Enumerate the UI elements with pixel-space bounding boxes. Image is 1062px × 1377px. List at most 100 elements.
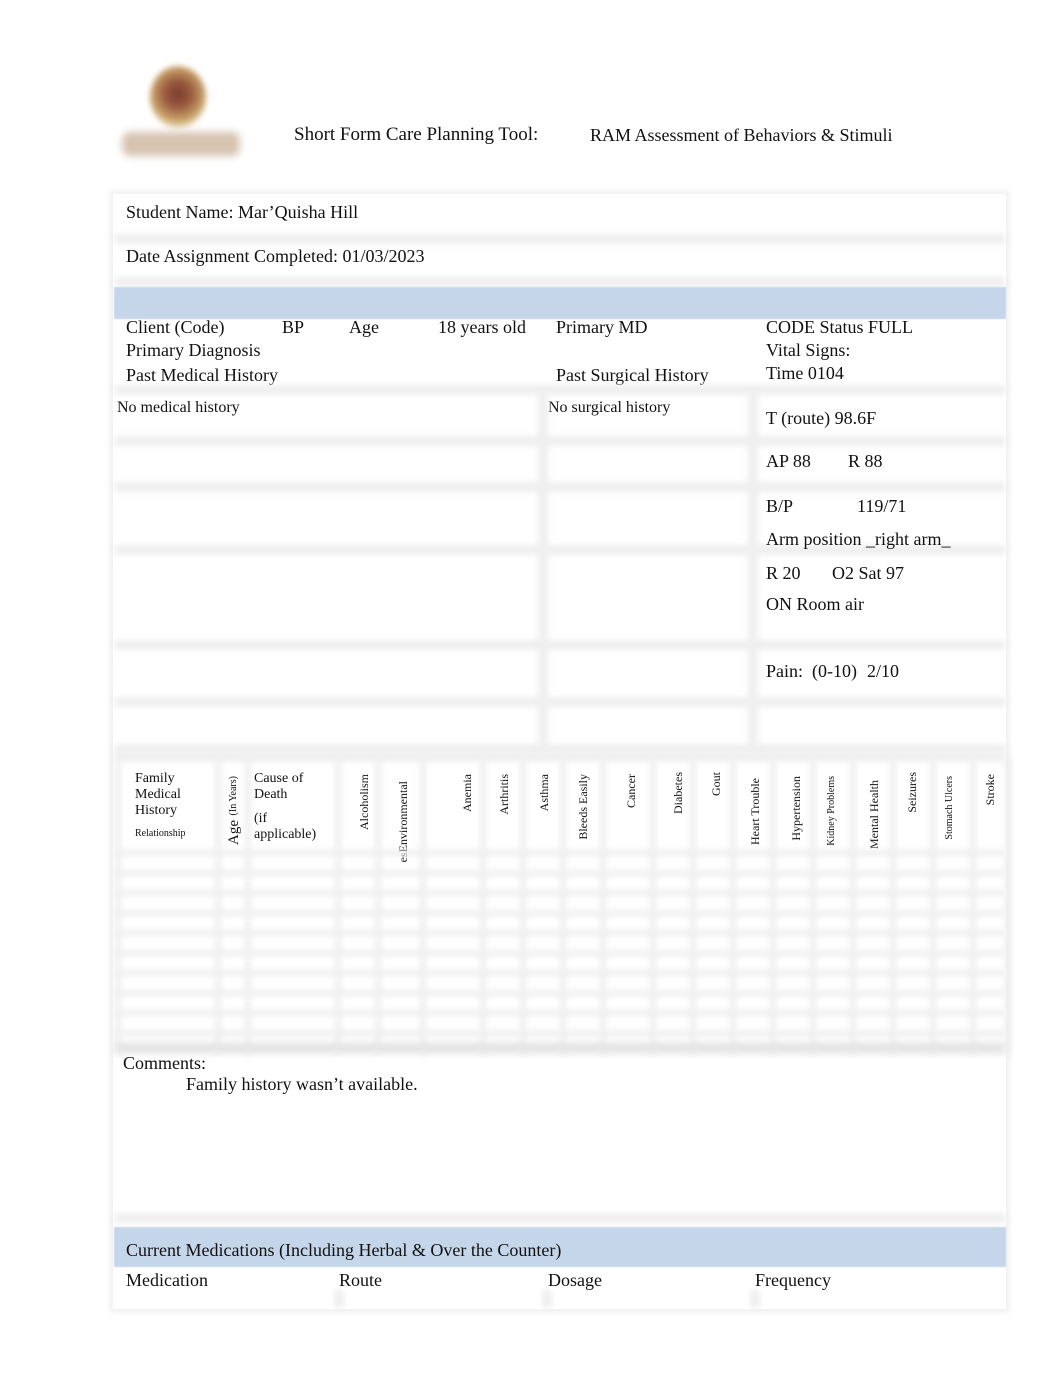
frequency-column-header: Frequency — [755, 1270, 831, 1290]
primary-diagnosis-label: Primary Diagnosis — [126, 340, 261, 360]
header-line: History — [135, 803, 177, 818]
row-divider — [115, 697, 1005, 707]
vitals-time[interactable]: Time 0104 — [766, 362, 844, 384]
header-line: Death — [254, 787, 288, 802]
condition-header: Alcoholism — [357, 774, 371, 830]
grid-column-line — [730, 755, 736, 1055]
vitals-bp-value[interactable]: 119/71 — [857, 495, 906, 517]
row-divider — [115, 640, 1005, 650]
condition-header: Diabetes — [671, 772, 685, 814]
row-divider — [115, 1213, 1005, 1223]
condition-header: Asthma — [537, 774, 551, 812]
past-surgical-value[interactable]: No surgical history — [548, 398, 670, 418]
section-band — [114, 287, 1006, 319]
vitals-bp-label: B/P — [766, 496, 794, 516]
grid-column-line — [600, 755, 606, 1055]
grid-column-line — [650, 755, 656, 1055]
vitals-arm-position[interactable]: Arm position _right arm_ — [766, 528, 950, 550]
header-line: Family — [135, 771, 175, 786]
grid-column-line — [375, 755, 381, 1055]
grid-column-line — [215, 755, 221, 1055]
condition-header: Kidney Problems — [826, 776, 837, 846]
header-line: Cause of — [254, 771, 304, 786]
grid-column-line — [245, 755, 251, 1055]
condition-header: Seizures — [905, 772, 919, 813]
condition-header: Gout — [709, 772, 723, 796]
condition-header: Hypertension — [789, 776, 803, 841]
condition-header: Anemia — [460, 774, 474, 812]
grid-column-line — [970, 755, 976, 1055]
condition-header: Cancer — [624, 774, 638, 808]
comments-text[interactable]: Family history wasn’t available. — [186, 1073, 418, 1095]
row-divider — [115, 277, 1005, 287]
vitals-apical-pulse[interactable]: AP 88 — [766, 450, 811, 472]
header-line: (if — [254, 811, 268, 826]
column-divider — [334, 1290, 344, 1308]
crest-icon — [150, 66, 206, 128]
logo-banner — [122, 132, 240, 156]
vitals-temperature[interactable]: T (route) 98.6F — [766, 407, 876, 429]
age-value[interactable]: 18 years old — [438, 316, 526, 338]
grid-column-line — [115, 755, 121, 1055]
route-column-header: Route — [339, 1270, 382, 1290]
grid-column-line — [690, 755, 696, 1055]
comments-label: Comments: — [123, 1053, 207, 1073]
bp-label: BP — [282, 317, 305, 337]
form-title: Short Form Care Planning Tool: — [294, 124, 539, 145]
relationship-label: Relationship — [135, 828, 186, 839]
column-divider — [542, 1290, 552, 1308]
institution-logo — [118, 62, 246, 166]
medication-column-header: Medication — [126, 1270, 208, 1290]
row-divider — [115, 234, 1005, 244]
condition-header: Bleeds Easily — [576, 774, 590, 840]
dosage-column-header: Dosage — [548, 1270, 602, 1290]
student-name[interactable]: Student Name: Mar’Quisha Hill — [126, 201, 358, 223]
row-divider — [115, 482, 1005, 492]
age-label: Age — [349, 317, 379, 337]
family-history-header: Family Medical History — [135, 771, 181, 819]
age-unit-label: (In Years) — [228, 776, 239, 816]
form-subtitle: RAM Assessment of Behaviors & Stimuli — [590, 125, 893, 145]
cause-of-death-header: Cause of Death (if applicable) — [254, 771, 316, 843]
age-column-label: Age — [226, 820, 242, 845]
primary-md-label: Primary MD — [556, 317, 648, 337]
vitals-o2-sat[interactable]: O2 Sat 97 — [832, 562, 904, 584]
grid-column-line — [850, 755, 856, 1055]
grid-column-line — [420, 755, 426, 1055]
condition-header: Stroke — [983, 774, 997, 806]
grid-column-line — [1005, 755, 1011, 1055]
past-medical-label: Past Medical History — [126, 365, 278, 385]
grid-bottom-line — [115, 1042, 1005, 1054]
vitals-oxygen-source[interactable]: ON Room air — [766, 593, 864, 615]
grid-column-line — [560, 755, 566, 1055]
code-status[interactable]: CODE Status FULL — [766, 316, 913, 338]
column-divider — [750, 1290, 760, 1308]
grid-column-line — [480, 755, 486, 1055]
vitals-respiration[interactable]: R 20 — [766, 562, 801, 584]
condition-header: Heart Trouble — [748, 778, 762, 845]
vital-signs-label: Vital Signs: — [766, 340, 851, 360]
medications-title: Current Medications (Including Herbal & … — [126, 1240, 562, 1260]
column-divider — [748, 390, 758, 750]
condition-header: Arthritis — [497, 774, 511, 815]
vitals-radial-pulse[interactable]: R 88 — [848, 450, 883, 472]
column-divider — [538, 390, 548, 750]
header-line: applicable) — [254, 827, 317, 842]
grid-column-line — [930, 755, 936, 1055]
past-surgical-label: Past Surgical History — [556, 365, 709, 385]
grid-column-line — [335, 755, 341, 1055]
row-divider — [115, 436, 1005, 446]
row-divider — [115, 385, 1005, 395]
pain-label: Pain: — [766, 661, 804, 681]
header-line: Medical — [135, 787, 181, 802]
past-medical-value[interactable]: No medical history — [117, 398, 240, 418]
client-code-label: Client (Code) — [126, 317, 225, 337]
grid-column-line — [520, 755, 526, 1055]
date-completed[interactable]: Date Assignment Completed: 01/03/2023 — [126, 245, 424, 267]
condition-header: Stomach Ulcers — [944, 776, 955, 840]
grid-column-line — [890, 755, 896, 1055]
pain-value[interactable]: 2/10 — [867, 660, 899, 682]
pain-scale: (0-10) — [812, 661, 857, 681]
grid-column-line — [770, 755, 776, 1055]
condition-header: Mental Health — [867, 780, 881, 849]
